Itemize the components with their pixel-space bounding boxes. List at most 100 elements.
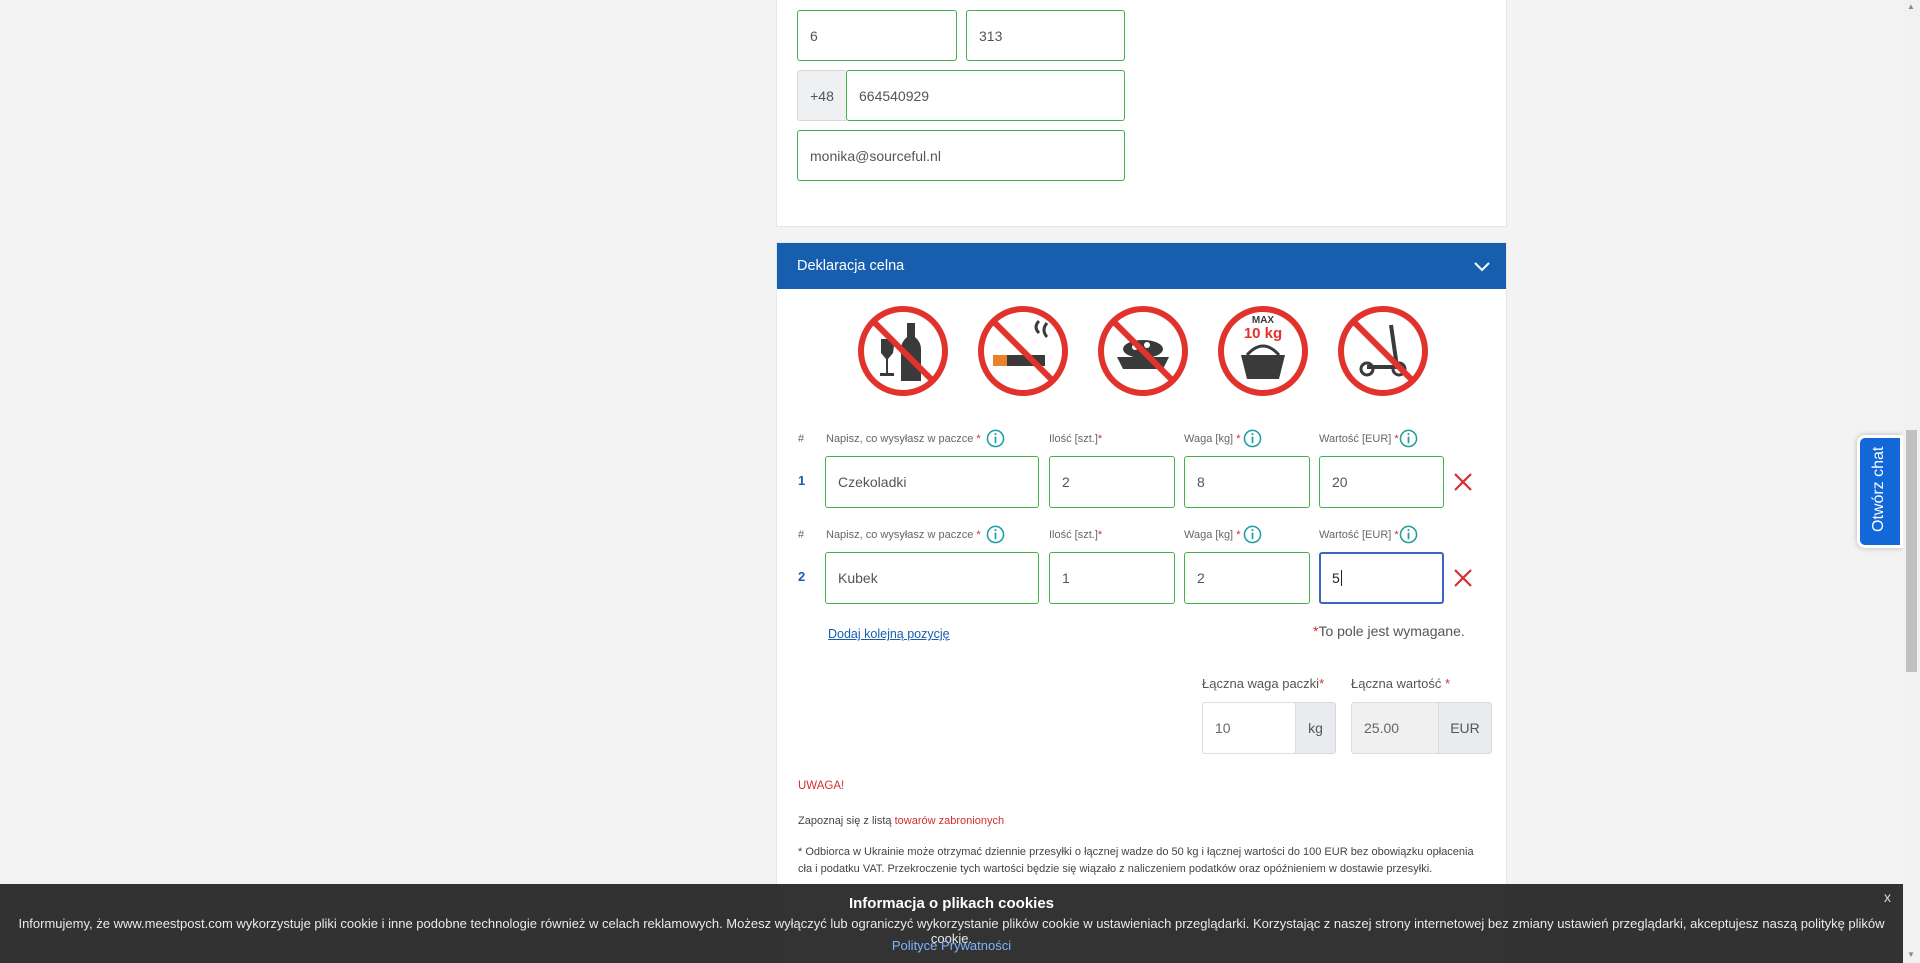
required-mark: *: [976, 529, 981, 541]
required-mark: *: [1097, 529, 1103, 541]
scrollbar-thumb[interactable]: [1906, 430, 1917, 672]
no-scooter-icon: [1338, 306, 1428, 396]
info-icon[interactable]: [986, 525, 1005, 544]
email-input[interactable]: monika@sourceful.nl: [797, 130, 1125, 181]
required-mark: *: [1444, 676, 1451, 691]
no-cigarettes-icon: [978, 306, 1068, 396]
column-weight: Waga [kg] *: [1184, 433, 1240, 445]
page-scrollbar[interactable]: ▲ ▼: [1903, 0, 1920, 963]
item-value-input[interactable]: 5: [1319, 552, 1444, 604]
column-weight-text: Waga [kg]: [1184, 529, 1234, 541]
column-quantity: Ilość [szt.]*: [1049, 433, 1102, 445]
required-note-text: To pole jest wymagane.: [1318, 623, 1465, 639]
column-description-text: Napisz, co wysyłasz w paczce: [826, 529, 974, 541]
max-10kg-basket-icon: MAX 10 kg: [1217, 305, 1309, 397]
item-weight-value: 8: [1197, 474, 1205, 490]
required-mark: *: [1236, 433, 1241, 445]
item-quantity-input[interactable]: 1: [1049, 552, 1175, 604]
item-weight-input[interactable]: 8: [1184, 456, 1310, 508]
open-chat-label: Otwórz chat: [1870, 446, 1887, 532]
contact-card: 6 313 +48 664540929 monika@sourceful.nl: [776, 0, 1507, 227]
house-number-input[interactable]: 6: [797, 10, 957, 61]
no-food-icon: [1098, 306, 1188, 396]
total-weight-unit: kg: [1296, 702, 1336, 754]
item-number: 1: [798, 473, 806, 488]
total-weight-label: Łączna waga paczki*: [1202, 676, 1324, 691]
flat-number-value: 313: [979, 27, 1003, 44]
privacy-policy-link[interactable]: Polityce Prywatności: [892, 938, 1011, 953]
item-description-input[interactable]: Kubek: [825, 552, 1039, 604]
total-value-unit: EUR: [1439, 702, 1492, 754]
column-value: Wartość [EUR] *: [1319, 433, 1399, 445]
prohibited-goods-note: Zapoznaj się z listą towarów zabronionyc…: [798, 813, 1004, 830]
info-icon[interactable]: [1399, 429, 1418, 448]
phone-value: 664540929: [859, 87, 930, 104]
total-weight-label-text: Łączna waga paczki: [1202, 676, 1320, 691]
item-quantity-value: 2: [1062, 474, 1070, 490]
customs-declaration-card: Deklaracja celna MAX 10 kg # Napisz, co …: [776, 242, 1507, 963]
customs-section-header[interactable]: Deklaracja celna: [777, 243, 1506, 289]
cookie-title: Informacja o plikach cookies: [848, 895, 1055, 912]
phone-prefix: +48: [797, 70, 846, 121]
item-weight-input[interactable]: 2: [1184, 552, 1310, 604]
column-value-text: Wartość [EUR]: [1319, 433, 1392, 445]
total-value-label-text: Łączna wartość: [1351, 676, 1442, 691]
required-mark: *: [976, 433, 981, 445]
item-description-input[interactable]: Czekoladki: [825, 456, 1039, 508]
privacy-policy-link-wrap: Polityce Prywatności: [0, 938, 1903, 953]
cookie-banner: Informacja o plikach cookies Informujemy…: [0, 884, 1903, 963]
add-item-link[interactable]: Dodaj kolejną pozycję: [828, 627, 950, 641]
column-weight: Waga [kg] *: [1184, 529, 1240, 541]
item-number: 2: [798, 569, 806, 584]
total-weight-input[interactable]: 10: [1202, 702, 1296, 754]
item-weight-value: 2: [1197, 570, 1205, 586]
prohibited-goods-link[interactable]: towarów zabronionych: [895, 815, 1004, 827]
max-weight: 10 kg: [1243, 325, 1283, 342]
column-value: Wartość [EUR] *: [1319, 529, 1399, 541]
column-description-text: Napisz, co wysyłasz w paczce: [826, 433, 974, 445]
flat-number-input[interactable]: 313: [966, 10, 1125, 61]
item-description-value: Kubek: [838, 570, 878, 586]
required-note: *To pole jest wymagane.: [1313, 623, 1465, 639]
cookie-close-button[interactable]: x: [1884, 889, 1891, 905]
phone-input[interactable]: 664540929: [846, 70, 1125, 121]
item-description-value: Czekoladki: [838, 474, 907, 490]
prohibited-prefix: Zapoznaj się z listą: [798, 815, 895, 827]
scroll-down-arrow-icon[interactable]: ▼: [1907, 950, 1915, 959]
email-value: monika@sourceful.nl: [810, 147, 941, 164]
delete-item-icon[interactable]: [1452, 567, 1474, 589]
item-value-value: 5: [1332, 570, 1340, 586]
column-quantity-text: Ilość [szt.]: [1049, 433, 1098, 445]
info-icon[interactable]: [1243, 525, 1262, 544]
column-hash: #: [798, 433, 805, 445]
chevron-down-icon: [1474, 262, 1490, 272]
item-quantity-input[interactable]: 2: [1049, 456, 1175, 508]
ukraine-note-line2: cła i podatku VAT. Przekroczenie tych wa…: [798, 863, 1433, 875]
total-weight-value: 10: [1215, 720, 1231, 736]
total-value-input: 25.00: [1351, 702, 1439, 754]
column-description: Napisz, co wysyłasz w paczce *: [826, 433, 981, 445]
required-mark: *: [1236, 529, 1241, 541]
open-chat-button[interactable]: Otwórz chat: [1857, 435, 1903, 548]
column-weight-text: Waga [kg]: [1184, 433, 1234, 445]
warning-title: UWAGA!: [798, 780, 845, 792]
info-icon[interactable]: [1399, 525, 1418, 544]
section-title: Deklaracja celna: [797, 258, 905, 274]
required-mark: *: [1097, 433, 1103, 445]
info-icon[interactable]: [1243, 429, 1262, 448]
scroll-up-arrow-icon[interactable]: ▲: [1907, 2, 1915, 11]
column-quantity-text: Ilość [szt.]: [1049, 529, 1098, 541]
total-value-value: 25.00: [1364, 720, 1400, 736]
text-caret: [1340, 570, 1342, 586]
no-alcohol-icon: [858, 306, 948, 396]
item-value-input[interactable]: 20: [1319, 456, 1444, 508]
info-icon[interactable]: [986, 429, 1005, 448]
house-number-value: 6: [810, 27, 818, 44]
delete-item-icon[interactable]: [1452, 471, 1474, 493]
required-mark: *: [1319, 676, 1325, 691]
column-quantity: Ilość [szt.]*: [1049, 529, 1102, 541]
total-value-label: Łączna wartość *: [1351, 676, 1450, 691]
column-hash: #: [798, 529, 805, 541]
column-description: Napisz, co wysyłasz w paczce *: [826, 529, 981, 541]
item-quantity-value: 1: [1062, 570, 1070, 586]
